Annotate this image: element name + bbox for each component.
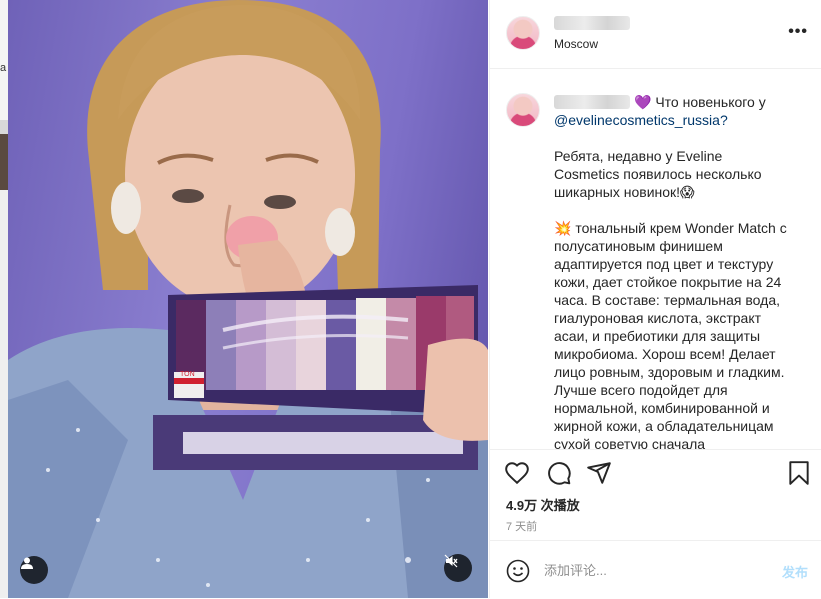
user-icon	[21, 557, 33, 569]
post-header: Moscow •••	[490, 0, 821, 69]
background-page-strip: a	[0, 0, 8, 598]
caption-text: 💜 Что новенького у @evelinecosmetics_rus…	[554, 93, 790, 450]
share-icon[interactable]	[586, 460, 612, 486]
caption-section: 💜 Что новенького у @evelinecosmetics_rus…	[490, 69, 821, 450]
comment-bar: 发布	[490, 540, 821, 599]
action-bar	[490, 456, 821, 492]
palette-label: TON	[180, 371, 195, 378]
more-options-icon[interactable]: •••	[788, 24, 808, 40]
emoji-icon[interactable]	[506, 559, 530, 583]
comment-input[interactable]	[544, 559, 754, 581]
caption-paragraph-2: 💥 тональный крем Wonder Match с полусати…	[554, 220, 787, 450]
like-heart-icon[interactable]	[504, 460, 530, 486]
post-comment-button[interactable]: 发布	[782, 562, 808, 581]
caption-intro: 💜 Что новенького у	[634, 94, 766, 110]
comment-icon[interactable]	[546, 460, 572, 486]
view-count[interactable]: 4.9万 次播放	[506, 495, 580, 514]
post-timestamp[interactable]: 7 天前	[506, 518, 537, 534]
mention-link[interactable]: @evelinecosmetics_russia?	[554, 112, 728, 128]
speaker-muted-icon	[444, 554, 458, 568]
background-page-text: a	[0, 62, 7, 74]
caption-first-line: 💜 Что новенького у @evelinecosmetics_rus…	[554, 93, 790, 129]
author-avatar[interactable]	[506, 16, 540, 50]
video-frame-illustration: TON	[8, 0, 488, 598]
caption-paragraph-1: Ребята, недавно у Eveline Cosmetics появ…	[554, 148, 762, 200]
post-video[interactable]: TON	[8, 0, 488, 598]
caption-author-avatar[interactable]	[506, 93, 540, 127]
post-location[interactable]: Moscow	[554, 37, 598, 51]
tagged-users-button[interactable]	[20, 556, 48, 584]
post-details-panel: Moscow ••• 💜 Что новенького у @evelineco…	[489, 0, 821, 598]
bookmark-icon[interactable]	[786, 460, 812, 486]
mute-button[interactable]	[444, 554, 472, 582]
author-username-redacted[interactable]	[554, 16, 630, 30]
